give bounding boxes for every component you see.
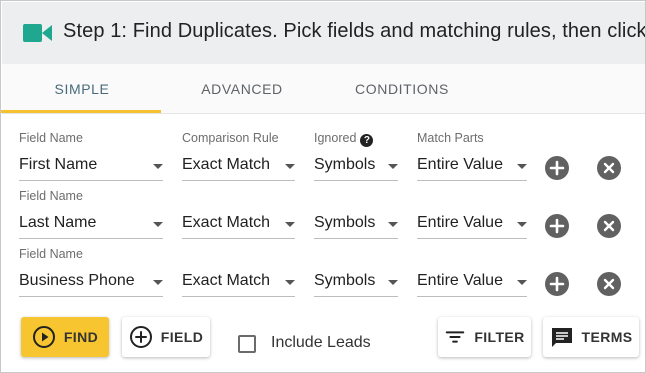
ignored-select[interactable]: Symbols [314, 209, 398, 239]
add-circle-icon [129, 326, 152, 348]
dropdown-caret-icon [153, 222, 163, 227]
dedupe-dialog: Step 1: Find Duplicates. Pick fields and… [0, 0, 646, 373]
add-row-button[interactable] [545, 214, 569, 238]
field-name-value: First Name [19, 156, 98, 173]
comparison-rule-select[interactable]: Exact Match [182, 151, 295, 181]
ignored-select[interactable]: Symbols [314, 151, 398, 181]
tab-advanced[interactable]: ADVANCED [162, 64, 322, 114]
help-icon[interactable]: ? [360, 134, 374, 147]
match-parts-value: Entire Value [417, 214, 503, 231]
include-leads-checkbox[interactable] [238, 335, 256, 353]
include-leads-label[interactable]: Include Leads [271, 334, 371, 352]
add-row-button[interactable] [545, 156, 569, 180]
plus-icon [549, 160, 565, 176]
ignored-value: Symbols [314, 272, 376, 289]
field-name-select[interactable]: Business Phone [19, 267, 163, 297]
play-circle-icon [32, 326, 55, 348]
tab-bar: SIMPLE ADVANCED CONDITIONS [2, 64, 645, 114]
comparison-rule-value: Exact Match [182, 272, 271, 289]
add-field-button-label: FIELD [160, 329, 204, 345]
dialog-title: Step 1: Find Duplicates. Pick fields and… [63, 20, 646, 42]
match-parts-select[interactable]: Entire Value [417, 209, 527, 239]
field-name-value: Last Name [19, 214, 97, 231]
dialog-header: Step 1: Find Duplicates. Pick fields and… [2, 2, 646, 64]
field-name-value: Business Phone [19, 272, 135, 289]
dropdown-caret-icon [153, 164, 163, 169]
match-parts-label: Match Parts [417, 131, 484, 145]
dropdown-caret-icon [388, 280, 398, 285]
remove-row-button[interactable] [597, 214, 621, 238]
field-name-select[interactable]: First Name [19, 151, 163, 181]
field-name-label: Field Name [19, 131, 83, 145]
dropdown-caret-icon [388, 222, 398, 227]
dropdown-caret-icon [517, 222, 527, 227]
ignored-value: Symbols [314, 156, 376, 173]
remove-row-button[interactable] [597, 156, 621, 180]
tab-simple[interactable]: SIMPLE [2, 64, 162, 114]
plus-icon [549, 276, 565, 292]
tab-conditions[interactable]: CONDITIONS [322, 64, 482, 114]
remove-row-button[interactable] [597, 272, 621, 296]
active-tab-indicator [1, 110, 161, 113]
add-field-button[interactable]: FIELD [122, 317, 210, 357]
terms-button[interactable]: TERMS [543, 317, 639, 357]
match-parts-value: Entire Value [417, 156, 503, 173]
comparison-rule-label: Comparison Rule [182, 131, 279, 145]
comparison-rule-select[interactable]: Exact Match [182, 267, 295, 297]
add-row-button[interactable] [545, 272, 569, 296]
find-button-label: FIND [63, 329, 99, 345]
close-icon [603, 162, 615, 174]
find-button[interactable]: FIND [21, 317, 109, 357]
filter-list-icon [446, 331, 465, 343]
dropdown-caret-icon [517, 280, 527, 285]
comment-icon [551, 328, 572, 347]
filter-button[interactable]: FILTER [438, 317, 531, 357]
match-parts-select[interactable]: Entire Value [417, 267, 527, 297]
close-icon [603, 220, 615, 232]
terms-button-label: TERMS [581, 329, 633, 345]
ignored-value: Symbols [314, 214, 376, 231]
dropdown-caret-icon [285, 280, 295, 285]
video-camera-icon [23, 24, 52, 42]
field-name-select[interactable]: Last Name [19, 209, 163, 239]
dropdown-caret-icon [517, 164, 527, 169]
dropdown-caret-icon [153, 280, 163, 285]
close-icon [603, 278, 615, 290]
match-parts-select[interactable]: Entire Value [417, 151, 527, 181]
dropdown-caret-icon [285, 222, 295, 227]
field-name-label: Field Name [19, 189, 83, 203]
filter-button-label: FILTER [474, 329, 525, 345]
dropdown-caret-icon [388, 164, 398, 169]
comparison-rule-select[interactable]: Exact Match [182, 209, 295, 239]
comparison-rule-value: Exact Match [182, 156, 271, 173]
plus-icon [549, 218, 565, 234]
ignored-select[interactable]: Symbols [314, 267, 398, 297]
dropdown-caret-icon [285, 164, 295, 169]
field-name-label: Field Name [19, 247, 83, 261]
comparison-rule-value: Exact Match [182, 214, 271, 231]
match-parts-value: Entire Value [417, 272, 503, 289]
ignored-label: Ignored? [314, 131, 374, 147]
